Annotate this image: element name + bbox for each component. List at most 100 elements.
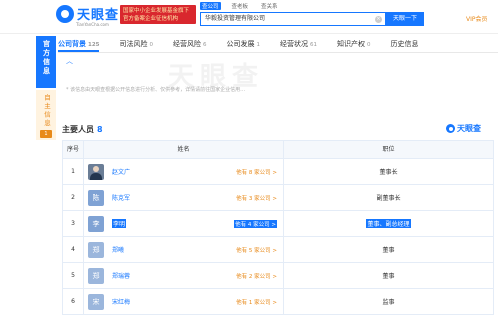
side-tab-self-label: 自主信息 <box>42 94 51 128</box>
row-index: 5 <box>62 263 84 288</box>
tab-label: 司法风险 <box>119 40 148 48</box>
row-role: 董事 <box>284 263 494 288</box>
table-row: 4 郑 郑曦 他有 5 家公司 > 董事 <box>62 237 494 263</box>
logo-text: 天眼查 <box>77 8 120 23</box>
logo-eye-icon <box>56 4 74 23</box>
person-name[interactable]: 郑曦 <box>112 245 124 254</box>
tab-company-development[interactable]: 公司发展 1 <box>226 38 260 52</box>
staff-table: 序号 姓名 职位 1 赵文广 他有 8 家公司 > 董事长 2 陈 陈克军 他有… <box>62 140 494 315</box>
tab-history[interactable]: 历史信息 <box>390 38 420 52</box>
tab-company-background[interactable]: 公司背景 125 <box>58 38 100 52</box>
table-row: 2 陈 陈克军 他有 3 家公司 > 副董事长 <box>62 185 494 211</box>
tab-count: 0 <box>149 42 153 48</box>
brand-eye-icon <box>446 124 455 133</box>
tab-count: 1 <box>256 42 260 48</box>
person-name[interactable]: 赵文广 <box>112 167 130 176</box>
section-title: 主要人员 8 <box>62 124 103 135</box>
row-person: 郑 郑曦 他有 5 家公司 > <box>84 237 284 262</box>
person-companies-link[interactable]: 他有 5 家公司 > <box>236 246 277 254</box>
row-person: 陈 陈克军 他有 3 家公司 > <box>84 185 284 210</box>
person-companies-link[interactable]: 他有 1 家公司 > <box>236 298 277 306</box>
clear-icon[interactable]: × <box>375 16 382 23</box>
tab-count: 61 <box>309 42 317 48</box>
tab-count: 125 <box>88 42 100 48</box>
search-button[interactable]: 天眼一下 <box>386 12 424 26</box>
tab-label: 历史信息 <box>390 40 419 48</box>
col-header-index: 序号 <box>62 141 84 158</box>
side-tab-official-label: 官方信息 <box>42 40 51 76</box>
section-brand-text: 天眼查 <box>457 124 481 133</box>
avatar[interactable] <box>88 163 104 180</box>
table-row: 3 李 李明 他有 4 家公司 > 董事、副总经理 <box>62 211 494 237</box>
row-role: 董事长 <box>284 159 494 184</box>
search-tab-company[interactable]: 查公司 <box>200 2 221 10</box>
tab-label: 公司发展 <box>226 40 255 48</box>
search-type-tabs: 查公司 查老板 查关系 <box>200 2 280 10</box>
nav-divider <box>58 52 498 53</box>
page: 天眼查 TianYanCha.com 国家中小企业发展基金旗下官方备案企业征信机… <box>0 0 498 318</box>
side-tab-self-count: 1 <box>40 130 52 138</box>
row-index: 2 <box>62 185 84 210</box>
section-title-label: 主要人员 <box>62 125 94 134</box>
side-tabs: 官方信息 自主信息 1 <box>36 36 56 140</box>
tab-label: 经营风险 <box>172 40 201 48</box>
tab-judicial-risk[interactable]: 司法风险 0 <box>119 38 153 52</box>
avatar[interactable]: 陈 <box>88 189 104 206</box>
section-brand: 天眼查 <box>446 123 481 134</box>
row-index: 1 <box>62 159 84 184</box>
notice-text: * 该信息由天眼查根据公开信息进行分析、仅供参考，详情请前往国家企业信用… <box>66 87 246 93</box>
avatar[interactable]: 李 <box>88 215 104 232</box>
col-header-name: 姓名 <box>84 141 284 158</box>
search-tab-relation[interactable]: 查关系 <box>259 2 280 10</box>
logo-subtitle: TianYanCha.com <box>76 22 109 27</box>
tab-intellectual-property[interactable]: 知识产权 0 <box>337 38 371 52</box>
section-count: 8 <box>97 125 103 134</box>
row-person: 李 李明 他有 4 家公司 > <box>84 211 284 236</box>
vip-link[interactable]: VIP会员 <box>466 14 488 23</box>
search-input[interactable]: 华毅投资管理有限公司 × <box>200 12 386 26</box>
row-index: 3 <box>62 211 84 236</box>
row-index: 6 <box>62 289 84 314</box>
logo[interactable]: 天眼查 <box>56 4 119 23</box>
table-row: 5 郑 郑瑞蓉 他有 2 家公司 > 董事 <box>62 263 494 289</box>
col-header-role: 职位 <box>284 141 494 158</box>
side-tab-self[interactable]: 自主信息 1 <box>36 90 56 140</box>
search-input-value: 华毅投资管理有限公司 <box>205 15 266 22</box>
table-header: 序号 姓名 职位 <box>62 141 494 159</box>
avatar[interactable]: 郑 <box>88 267 104 284</box>
row-person: 宋 宋红梅 他有 1 家公司 > <box>84 289 284 314</box>
person-name[interactable]: 陈克军 <box>112 193 130 202</box>
official-banner[interactable]: 国家中小企业发展基金旗下官方备案企业征信机构 <box>120 5 196 24</box>
row-role: 董事、副总经理 <box>284 211 494 236</box>
top-bar: 天眼查 TianYanCha.com 国家中小企业发展基金旗下官方备案企业征信机… <box>0 0 498 34</box>
row-person: 赵文广 他有 8 家公司 > <box>84 159 284 184</box>
row-index: 4 <box>62 237 84 262</box>
row-role: 监事 <box>284 289 494 314</box>
row-role: 董事 <box>284 237 494 262</box>
person-companies-link[interactable]: 他有 3 家公司 > <box>236 194 277 202</box>
table-row: 6 宋 宋红梅 他有 1 家公司 > 监事 <box>62 289 494 315</box>
avatar[interactable]: 郑 <box>88 241 104 258</box>
person-companies-link[interactable]: 他有 4 家公司 > <box>234 219 277 228</box>
row-role: 副董事长 <box>284 185 494 210</box>
nav-tabs: 公司背景 125 司法风险 0 经营风险 6 公司发展 1 经营状况 61 知识产权 0 历… <box>58 38 498 52</box>
tab-operating-status[interactable]: 经营状况 61 <box>280 38 317 52</box>
side-tab-official[interactable]: 官方信息 <box>36 36 56 88</box>
person-companies-link[interactable]: 他有 2 家公司 > <box>236 272 277 280</box>
table-row: 1 赵文广 他有 8 家公司 > 董事长 <box>62 159 494 185</box>
tab-operating-risk[interactable]: 经营风险 6 <box>173 38 207 52</box>
avatar[interactable]: 宋 <box>88 293 104 310</box>
tab-label: 经营状况 <box>279 40 308 48</box>
person-name[interactable]: 郑瑞蓉 <box>112 271 130 280</box>
row-role-text: 董事、副总经理 <box>366 219 411 228</box>
person-companies-link[interactable]: 他有 8 家公司 > <box>236 168 277 176</box>
search-tab-boss[interactable]: 查老板 <box>230 2 251 10</box>
tab-label: 公司背景 <box>58 40 86 48</box>
row-person: 郑 郑瑞蓉 他有 2 家公司 > <box>84 263 284 288</box>
tab-label: 知识产权 <box>336 40 365 48</box>
tab-count: 0 <box>366 42 371 48</box>
person-name[interactable]: 宋红梅 <box>112 297 130 306</box>
chevron-up-icon[interactable]: ︿ <box>66 56 73 66</box>
tab-count: 6 <box>202 42 207 48</box>
person-name[interactable]: 李明 <box>112 219 127 228</box>
